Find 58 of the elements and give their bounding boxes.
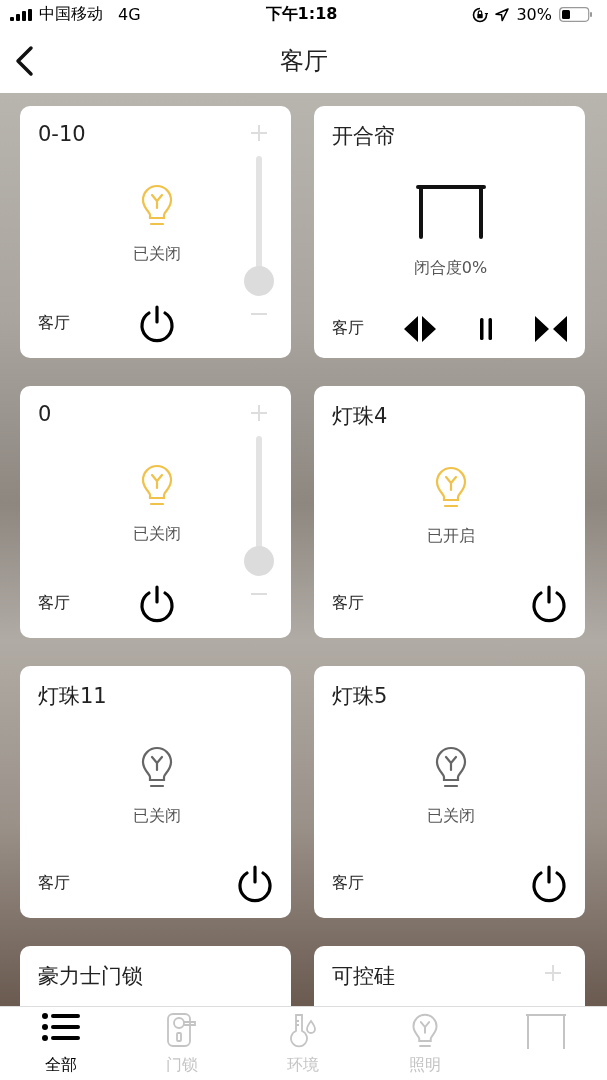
curtain-track-icon <box>414 184 487 241</box>
room-label: 客厅 <box>38 873 71 895</box>
tab-item[interactable]: 全部 <box>5 1007 116 1080</box>
device-name: 可控硅 <box>332 962 396 990</box>
status-text: 已开启 <box>426 526 475 548</box>
network-type: 4G <box>118 5 141 25</box>
device-name: 灯珠11 <box>38 682 108 710</box>
carrier-name: 中国移动 <box>39 4 103 26</box>
room-label: 客厅 <box>332 873 365 895</box>
slider-thumb[interactable] <box>244 265 274 296</box>
status-text: 闭合度0% <box>413 258 488 280</box>
device-card[interactable]: 豪力士门锁 <box>20 945 291 1007</box>
thermometer-droplet-icon <box>288 1013 319 1050</box>
device-card[interactable]: 可控硅 <box>314 945 585 1007</box>
slider-thumb[interactable] <box>244 545 274 576</box>
device-card[interactable]: 灯珠4 已开启 客厅 <box>314 385 585 638</box>
open-curtain-button[interactable] <box>402 313 438 344</box>
power-button[interactable] <box>529 863 569 904</box>
curtain-track-icon <box>524 1013 569 1050</box>
close-curtain-button[interactable] <box>533 313 569 344</box>
status-text: 已关闭 <box>426 806 475 828</box>
room-label: 客厅 <box>38 313 71 335</box>
device-name: 0-10 <box>38 121 87 146</box>
device-name: 0 <box>38 401 53 426</box>
clock-time: 下午1:18 <box>265 4 338 26</box>
plus-icon[interactable] <box>250 403 268 422</box>
door-lock-icon <box>167 1013 198 1048</box>
location-arrow-icon <box>495 8 510 22</box>
pause-button[interactable] <box>478 316 493 341</box>
room-label: 客厅 <box>332 593 365 615</box>
device-card[interactable]: 0-10 已关闭 客厅 <box>20 105 291 358</box>
device-card[interactable]: 0 已关闭 客厅 <box>20 385 291 638</box>
room-label: 客厅 <box>332 318 365 340</box>
device-card[interactable]: 灯珠5 已关闭 客厅 <box>314 665 585 918</box>
device-name: 豪力士门锁 <box>38 962 144 990</box>
signal-icon <box>10 9 32 21</box>
list-icon <box>41 1013 80 1042</box>
minus-icon[interactable] <box>250 311 268 316</box>
status-text: 已关闭 <box>132 524 181 546</box>
device-card[interactable]: 灯珠11 已关闭 客厅 <box>20 665 291 918</box>
plus-icon[interactable] <box>544 963 562 982</box>
device-card[interactable]: 开合帘 闭合度0% 客厅 <box>314 105 585 358</box>
page-title: 客厅 <box>279 46 328 78</box>
rotation-lock-icon <box>472 7 489 23</box>
power-button[interactable] <box>529 583 569 624</box>
battery-percent: 30% <box>516 5 552 25</box>
brightness-slider[interactable] <box>243 155 275 296</box>
status-text: 已关闭 <box>132 244 181 266</box>
status-text: 已关闭 <box>132 806 181 828</box>
device-name: 灯珠4 <box>332 402 389 430</box>
brightness-slider[interactable] <box>243 435 275 576</box>
device-name: 灯珠5 <box>332 682 389 710</box>
plus-icon[interactable] <box>250 123 268 142</box>
room-label: 客厅 <box>38 593 71 615</box>
minus-icon[interactable] <box>250 591 268 596</box>
device-name: 开合帘 <box>332 122 396 150</box>
power-button[interactable] <box>235 863 275 904</box>
battery-icon <box>559 7 593 23</box>
